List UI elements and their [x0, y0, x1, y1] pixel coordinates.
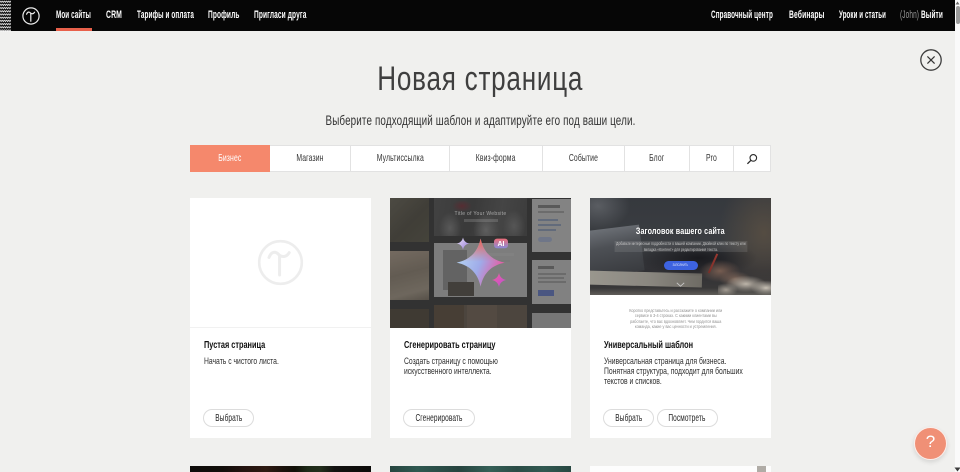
- svg-text:AI: AI: [498, 241, 505, 248]
